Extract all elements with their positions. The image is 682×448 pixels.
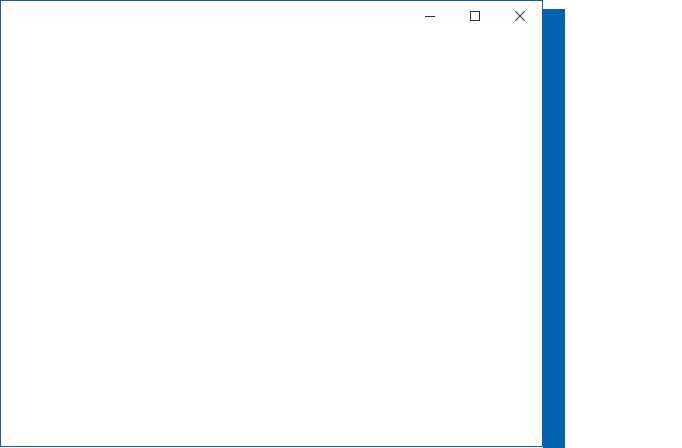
maximize-icon — [469, 11, 480, 21]
caption-buttons — [407, 1, 542, 31]
app-window — [0, 0, 543, 447]
desktop — [0, 0, 682, 448]
title-bar[interactable] — [1, 1, 542, 31]
minimize-icon — [424, 16, 435, 17]
window-content-area — [1, 31, 542, 446]
minimize-button[interactable] — [407, 1, 452, 31]
background-window-edge — [543, 9, 565, 448]
close-icon — [514, 11, 525, 21]
close-button[interactable] — [497, 1, 542, 31]
maximize-button[interactable] — [452, 1, 497, 31]
